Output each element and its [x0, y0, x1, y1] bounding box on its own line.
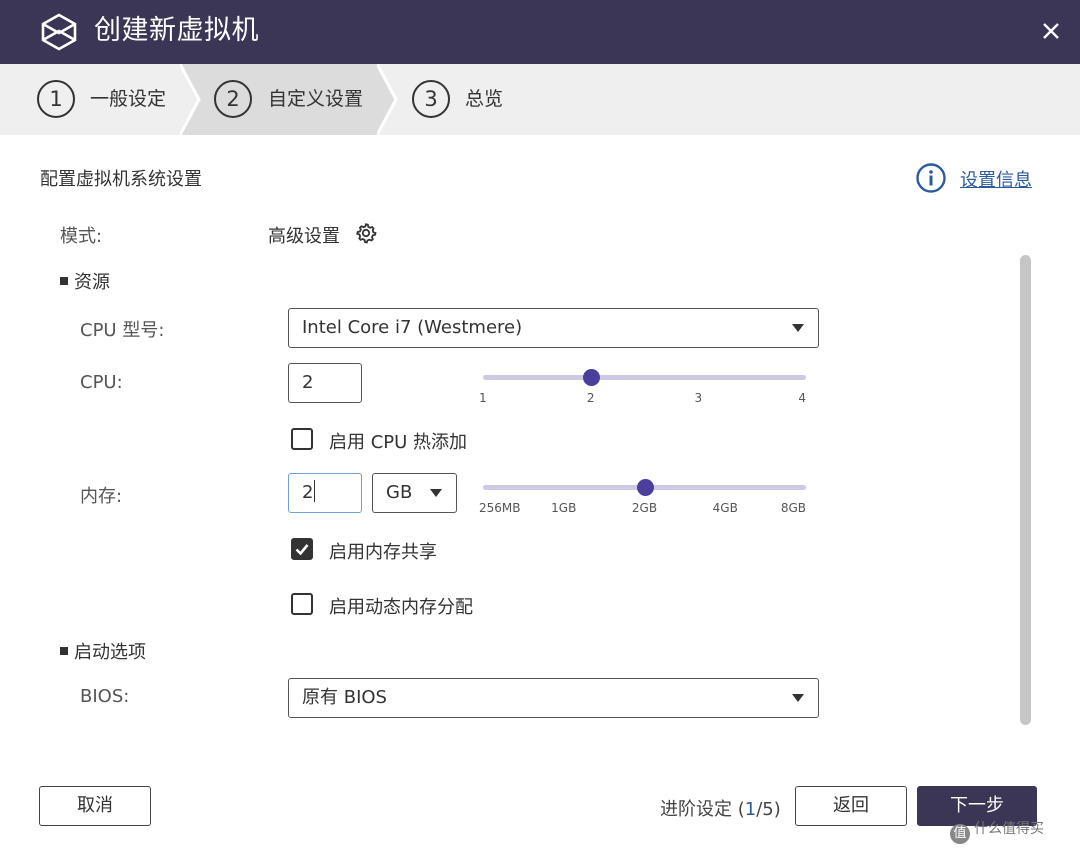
step-number: 1 — [37, 80, 75, 118]
settings-info-link[interactable]: 设置信息 — [960, 166, 1032, 192]
section-title: 配置虚拟机系统设置 — [40, 169, 202, 190]
cpu-slider-tick-label: 4 — [798, 391, 806, 405]
step-label: 总览 — [465, 88, 504, 110]
slider-thumb[interactable] — [636, 479, 654, 496]
cpu-count-input[interactable]: 2 — [288, 363, 362, 403]
step-label: 自定义设置 — [268, 88, 364, 110]
memory-size-input[interactable]: 2 — [288, 473, 362, 513]
cpu-label: CPU: — [80, 372, 123, 393]
progress-current: 1 — [744, 799, 757, 820]
bios-value: 原有 BIOS — [302, 687, 387, 708]
memory-sharing-label: 启用内存共享 — [329, 542, 437, 563]
resources-group-label: 资源 — [74, 272, 110, 293]
memory-slider-tick-label: 1GB — [551, 501, 577, 515]
vertical-scrollbar[interactable] — [1020, 255, 1031, 725]
dropdown-arrow-icon — [792, 694, 804, 702]
memory-sharing-checkbox[interactable] — [291, 538, 313, 560]
memory-slider[interactable]: 256MB 1GB 2GB 4GB 8GB — [479, 474, 806, 515]
memory-slider-tick-label: 256MB — [479, 501, 521, 515]
cpu-slider-tick-label: 1 — [479, 391, 487, 405]
mode-label: 模式: — [60, 226, 103, 247]
bullet-square-icon — [60, 647, 68, 655]
cpu-hotplug-label: 启用 CPU 热添加 — [329, 432, 468, 453]
cpu-model-label: CPU 型号: — [80, 320, 165, 341]
dynamic-memory-checkbox[interactable] — [291, 593, 313, 615]
watermark-text: 什么值得买 — [974, 821, 1044, 837]
advanced-settings-progress: 进阶设定 (1/5) — [660, 795, 781, 821]
app-logo-icon — [41, 13, 77, 51]
window-title: 创建新虚拟机 — [94, 15, 259, 46]
memory-slider-tick-label: 8GB — [780, 501, 806, 515]
progress-prefix: 进阶设定 ( — [660, 799, 745, 820]
slider-track — [483, 375, 806, 380]
memory-slider-tick-label: 2GB — [631, 501, 658, 515]
resources-group-heading: 资源 — [60, 268, 110, 294]
step-label: 一般设定 — [90, 88, 167, 110]
cpu-slider-tick-label: 3 — [694, 391, 703, 405]
cpu-slider[interactable]: 1 2 3 4 — [479, 364, 806, 405]
progress-suffix: /5) — [756, 799, 781, 820]
slider-thumb[interactable] — [582, 369, 600, 386]
memory-unit-select[interactable]: GB — [372, 473, 457, 513]
boot-group-label: 启动选项 — [74, 642, 146, 663]
bios-select[interactable]: 原有 BIOS — [288, 678, 819, 718]
mode-value: 高级设置 — [268, 226, 340, 247]
title-bar: 创建新虚拟机 — [0, 0, 1080, 64]
cpu-hotplug-checkbox[interactable] — [291, 428, 313, 450]
memory-slider-tick-label: 4GB — [712, 501, 738, 515]
memory-size-value: 2 — [302, 482, 314, 503]
cpu-slider-tick-label: 2 — [586, 391, 595, 405]
step-separator — [180, 64, 201, 135]
info-icon[interactable] — [915, 162, 947, 194]
watermark-badge: 值 — [950, 824, 970, 844]
dropdown-arrow-icon — [792, 324, 804, 332]
checkmark-icon — [295, 544, 309, 556]
gear-icon[interactable] — [355, 222, 377, 244]
text-caret — [314, 480, 316, 502]
close-icon[interactable] — [1036, 16, 1066, 46]
memory-label: 内存: — [80, 486, 123, 507]
dropdown-arrow-icon — [430, 489, 442, 497]
bios-label: BIOS: — [80, 686, 130, 707]
cpu-model-value: Intel Core i7 (Westmere) — [302, 317, 523, 338]
cancel-button[interactable]: 取消 — [39, 786, 151, 826]
step-number: 3 — [412, 80, 450, 118]
cpu-model-select[interactable]: Intel Core i7 (Westmere) — [288, 308, 819, 348]
step-number: 2 — [214, 80, 252, 118]
dynamic-memory-label: 启用动态内存分配 — [329, 597, 473, 618]
watermark: 值什么值得买 — [950, 818, 1044, 844]
bullet-square-icon — [60, 277, 68, 285]
boot-group-heading: 启动选项 — [60, 638, 146, 664]
memory-unit-value: GB — [386, 482, 413, 503]
step-separator — [377, 64, 398, 135]
back-button[interactable]: 返回 — [795, 786, 907, 826]
